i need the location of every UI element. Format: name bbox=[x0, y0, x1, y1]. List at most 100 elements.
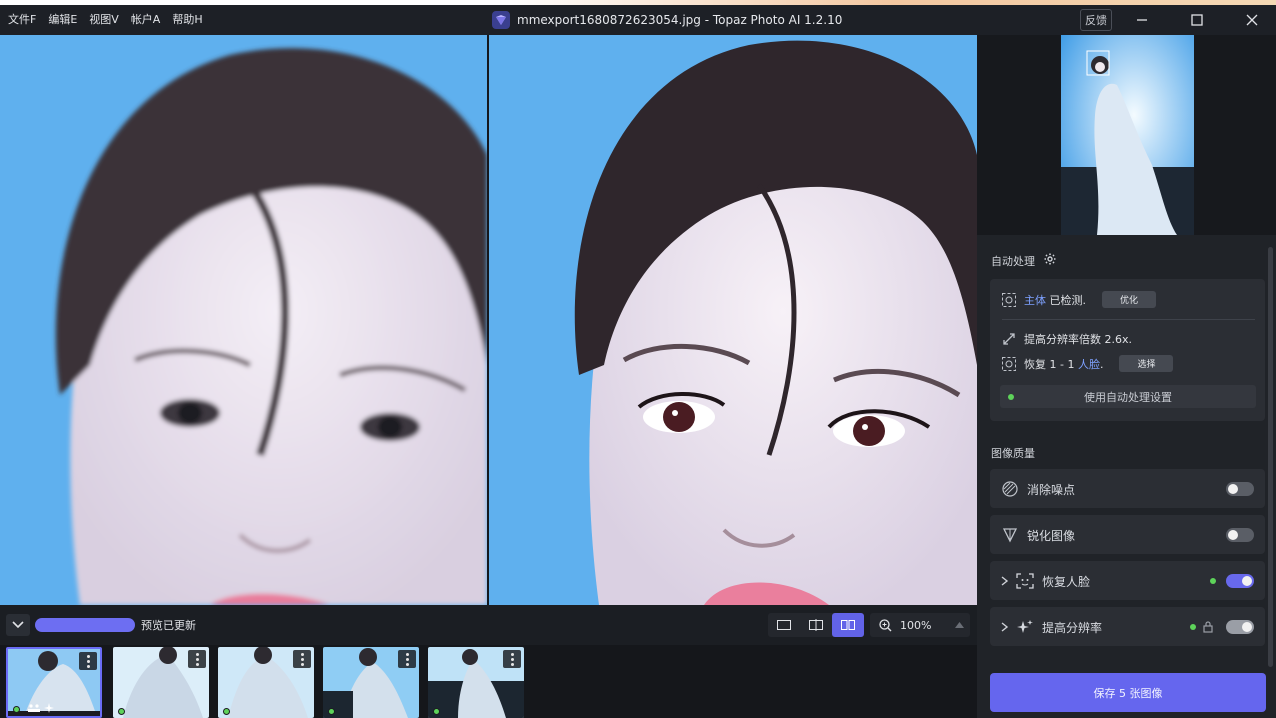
sharpen-label: 锐化图像 bbox=[1027, 529, 1076, 543]
right-sidebar: 自动处理 主体 已检测. 优化 提高分辨率倍数 2.6x. 恢复 1 - 1 人… bbox=[977, 35, 1276, 718]
menu-file[interactable]: 文件F bbox=[2, 5, 42, 35]
side-by-side-view-button[interactable] bbox=[832, 613, 864, 637]
maximize-icon bbox=[1191, 14, 1203, 26]
status-dot bbox=[1210, 578, 1216, 584]
collapse-filmstrip-button[interactable] bbox=[6, 614, 30, 636]
subject-detected-row: 主体 已检测. 优化 bbox=[1002, 291, 1157, 308]
close-button[interactable] bbox=[1227, 5, 1276, 35]
zoom-value: 100% bbox=[900, 618, 932, 632]
menu-view[interactable]: 视图V bbox=[83, 5, 125, 35]
chevron-right-icon[interactable] bbox=[1001, 576, 1009, 586]
zoom-in-icon bbox=[879, 618, 892, 631]
chevron-down-icon bbox=[12, 621, 24, 629]
filmstrip bbox=[0, 645, 977, 718]
use-auto-settings-label: 使用自动处理设置 bbox=[1084, 390, 1172, 404]
status-dot bbox=[118, 708, 125, 715]
thumbnail-menu-button[interactable] bbox=[503, 650, 521, 668]
chevron-right-icon[interactable] bbox=[1001, 622, 1009, 632]
minimize-icon bbox=[1137, 19, 1147, 21]
denoise-label: 消除噪点 bbox=[1027, 483, 1076, 497]
split-view-button[interactable] bbox=[800, 613, 832, 637]
image-viewer[interactable] bbox=[0, 35, 977, 605]
face-suffix: . bbox=[1099, 357, 1104, 371]
face-recovery-row: 恢复 1 - 1 人脸. 选择 bbox=[1002, 355, 1174, 372]
title-bar: 文件F 编辑E 视图V 帐户A 帮助H mmexport168087262305… bbox=[0, 5, 1276, 35]
navigator-preview[interactable] bbox=[977, 35, 1276, 235]
save-images-button[interactable]: 保存 5 张图像 bbox=[990, 673, 1266, 712]
menu-bar: 文件F 编辑E 视图V 帐户A 帮助H bbox=[2, 5, 209, 35]
single-view-button[interactable] bbox=[768, 613, 800, 637]
single-view-icon bbox=[777, 620, 791, 630]
thumbnail-item[interactable] bbox=[323, 647, 419, 718]
zoom-control[interactable]: 100% bbox=[870, 613, 970, 637]
detected-text: 已检测. bbox=[1046, 293, 1086, 307]
preview-control-bar: 预览已更新 100% bbox=[0, 605, 977, 645]
expand-arrows-icon bbox=[1003, 333, 1015, 345]
topaz-logo-icon bbox=[492, 11, 510, 29]
use-auto-settings-button[interactable]: 使用自动处理设置 bbox=[1000, 385, 1256, 408]
sharpen-toggle[interactable] bbox=[1226, 528, 1254, 542]
status-dot bbox=[1190, 624, 1196, 630]
maximize-button[interactable] bbox=[1172, 5, 1222, 35]
menu-account[interactable]: 帐户A bbox=[125, 5, 167, 35]
upscale-toggle[interactable] bbox=[1226, 620, 1254, 634]
menu-help[interactable]: 帮助H bbox=[166, 5, 208, 35]
preview-progress-bar bbox=[35, 618, 135, 632]
sharpen-icon bbox=[1002, 528, 1018, 543]
select-faces-button[interactable]: 选择 bbox=[1119, 355, 1174, 372]
thumbnail-item[interactable] bbox=[6, 647, 102, 718]
tool-face-recovery[interactable]: 恢复人脸 bbox=[990, 561, 1265, 600]
upscale-info-row: 提高分辨率倍数 2.6x. bbox=[1002, 331, 1132, 347]
split-view-icon bbox=[809, 619, 823, 631]
face-link[interactable]: 人脸 bbox=[1078, 358, 1100, 371]
upscale-label: 提高分辨率 bbox=[1042, 621, 1103, 635]
face-prefix: 恢复 1 - 1 bbox=[1024, 357, 1078, 371]
lock-icon bbox=[1203, 621, 1213, 633]
feedback-button[interactable]: 反馈 bbox=[1080, 9, 1112, 31]
face-scan-icon bbox=[1002, 356, 1016, 371]
tool-denoise[interactable]: 消除噪点 bbox=[990, 469, 1265, 508]
status-dot bbox=[328, 708, 335, 715]
thumbnail-menu-button[interactable] bbox=[398, 650, 416, 668]
thumbnail-item[interactable] bbox=[428, 647, 524, 718]
auto-processing-label: 自动处理 bbox=[991, 255, 1035, 268]
auto-processing-card: 主体 已检测. 优化 提高分辨率倍数 2.6x. 恢复 1 - 1 人脸. 选择… bbox=[990, 279, 1265, 421]
denoise-toggle[interactable] bbox=[1226, 482, 1254, 496]
status-dot bbox=[223, 708, 230, 715]
close-icon bbox=[1246, 14, 1258, 26]
minimize-button[interactable] bbox=[1117, 5, 1167, 35]
card-divider bbox=[1002, 319, 1255, 320]
side-by-side-icon bbox=[841, 620, 855, 630]
window-title: mmexport1680872623054.jpg - Topaz Photo … bbox=[517, 13, 843, 27]
sparkles-icon bbox=[1017, 620, 1033, 633]
auto-processing-title: 自动处理 bbox=[991, 253, 1035, 269]
face-frame-icon bbox=[1016, 573, 1034, 589]
zoom-dropdown-icon[interactable] bbox=[955, 622, 965, 628]
status-dot bbox=[433, 708, 440, 715]
view-mode-group bbox=[768, 613, 864, 637]
denoise-icon bbox=[1002, 481, 1018, 497]
thumbnail-menu-button[interactable] bbox=[293, 650, 311, 668]
subject-link[interactable]: 主体 bbox=[1024, 294, 1046, 307]
tool-sharpen[interactable]: 锐化图像 bbox=[990, 515, 1265, 554]
tool-upscale[interactable]: 提高分辨率 bbox=[990, 607, 1265, 646]
face-recovery-toggle[interactable] bbox=[1226, 574, 1254, 588]
optimize-button[interactable]: 优化 bbox=[1102, 291, 1157, 308]
original-preview-pane[interactable] bbox=[0, 35, 487, 605]
sidebar-scrollbar[interactable] bbox=[1268, 247, 1273, 667]
subject-icon bbox=[1002, 292, 1016, 307]
preview-status-text: 预览已更新 bbox=[141, 619, 196, 632]
sparkle-icon bbox=[44, 703, 54, 713]
image-quality-title: 图像质量 bbox=[991, 447, 1035, 460]
processed-preview-pane[interactable] bbox=[489, 35, 977, 605]
status-dot bbox=[13, 706, 20, 713]
thumbnail-menu-button[interactable] bbox=[79, 652, 97, 670]
upscale-text: 提高分辨率倍数 2.6x. bbox=[1024, 333, 1132, 346]
thumbnail-item[interactable] bbox=[218, 647, 314, 718]
thumbnail-item[interactable] bbox=[113, 647, 209, 718]
thumbnail-menu-button[interactable] bbox=[188, 650, 206, 668]
menu-edit[interactable]: 编辑E bbox=[42, 5, 83, 35]
face-recovery-label: 恢复人脸 bbox=[1042, 575, 1091, 589]
gear-icon[interactable] bbox=[1044, 253, 1056, 265]
window-title-area: mmexport1680872623054.jpg - Topaz Photo … bbox=[492, 5, 842, 35]
